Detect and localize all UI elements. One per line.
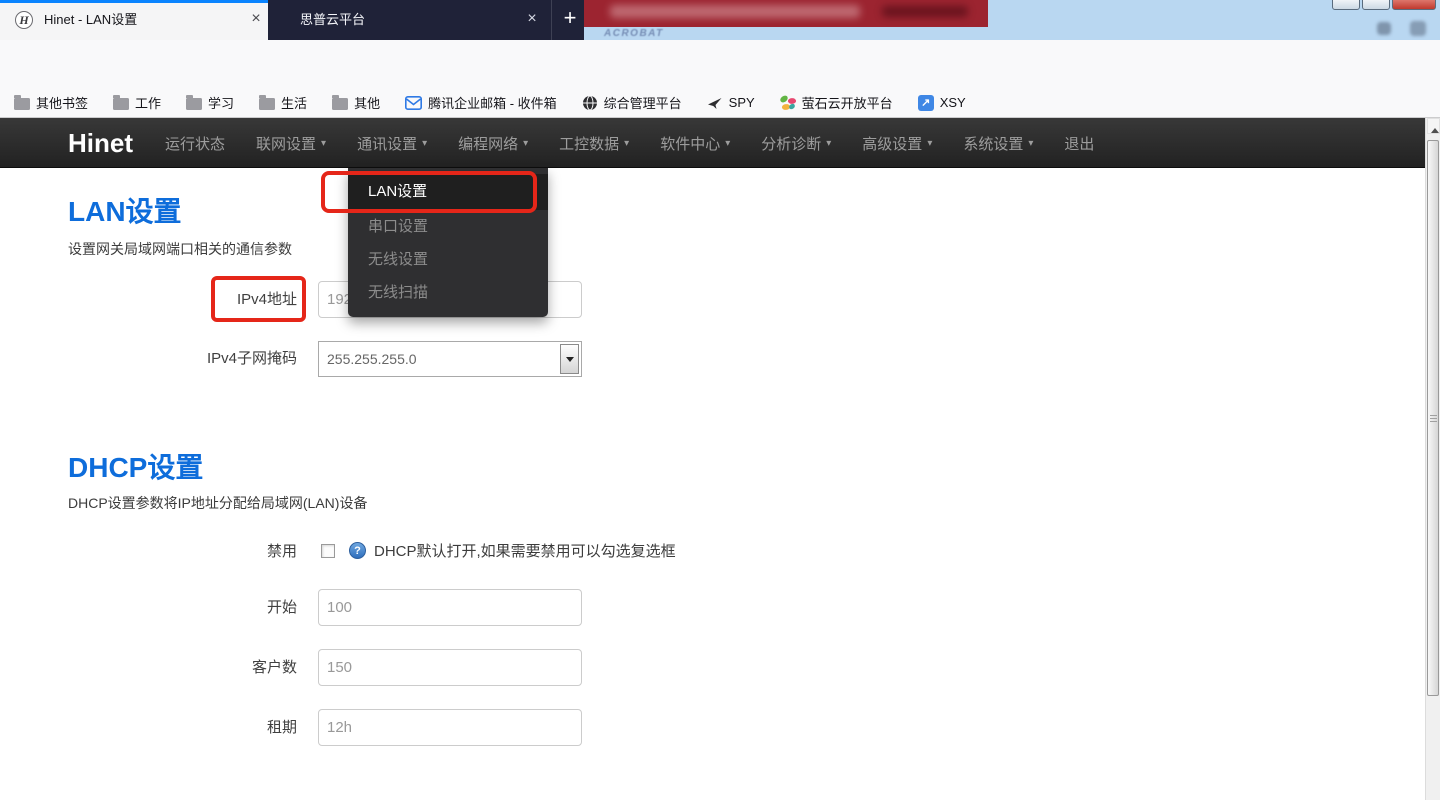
folder-icon (259, 98, 275, 110)
folder-icon (332, 98, 348, 110)
dhcp-clients-input[interactable] (318, 649, 582, 686)
dhcp-section-title: DHCP设置 (68, 446, 203, 486)
chevron-down-icon: ▾ (725, 138, 730, 149)
folder-icon (186, 98, 202, 110)
nav-item-industrial-data[interactable]: 工控数据▾ (559, 133, 629, 154)
disable-hint-text: DHCP默认打开,如果需要禁用可以勾选复选框 (374, 543, 676, 560)
dropdown-item-serial[interactable]: 串口设置 (348, 210, 548, 243)
disable-dhcp-checkbox[interactable] (321, 544, 335, 558)
bookmark-mail[interactable]: 腾讯企业邮箱 - 收件箱 (405, 93, 557, 112)
plane-icon (707, 95, 723, 111)
chevron-down-icon: ▾ (422, 138, 427, 149)
nav-item-advanced[interactable]: 高级设置▾ (862, 133, 932, 154)
subnet-mask-value: 255.255.255.0 (327, 342, 417, 376)
bookmark-folder[interactable]: 其他 (332, 93, 380, 112)
blurred-toolbar-icon (1410, 21, 1426, 36)
dropdown-item-wireless[interactable]: 无线设置 (348, 243, 548, 276)
chevron-down-icon: ▾ (321, 138, 326, 149)
blurred-title-text (882, 6, 968, 17)
tab-sipuyun[interactable]: 思普云平台 × (268, 0, 552, 40)
bookmark-spy[interactable]: SPY (707, 95, 755, 111)
bookmark-platform[interactable]: 综合管理平台 (582, 93, 682, 112)
blurred-title-text (610, 5, 860, 18)
ezviz-icon (780, 95, 796, 111)
bookmark-folder[interactable]: 生活 (259, 93, 307, 112)
blurred-toolbar-icon (1377, 22, 1391, 35)
nav-item-status[interactable]: 运行状态 (165, 133, 225, 154)
nav-item-prog-network[interactable]: 编程网络▾ (458, 133, 528, 154)
tab-hinet-active[interactable]: H Hinet - LAN设置 × (0, 0, 268, 40)
window-controls (1332, 0, 1436, 10)
bookmarks-bar: 其他书签 工作 学习 生活 其他 腾讯企业邮箱 - 收件箱 综合管理平台 SPY… (0, 88, 1440, 118)
acrobat-label: ACROBAT (604, 28, 664, 39)
clients-label: 客户数 (0, 649, 297, 686)
bookmark-ezviz[interactable]: 萤石云开放平台 (780, 93, 893, 112)
dhcp-lease-input[interactable] (318, 709, 582, 746)
dhcp-start-input[interactable] (318, 589, 582, 626)
background-window: ACROBAT (582, 0, 1440, 40)
bookmark-folder[interactable]: 其他书签 (14, 93, 88, 112)
brand-logo[interactable]: Hinet (68, 118, 133, 168)
screen: ACROBAT 思普云平台 × + H Hinet - LAN设置 × (0, 0, 1440, 800)
bookmark-xsy[interactable]: ↗ XSY (918, 95, 966, 111)
start-label: 开始 (0, 589, 297, 626)
tab-close-icon[interactable]: × (520, 0, 544, 40)
globe-icon (582, 95, 598, 111)
tab-close-icon[interactable]: × (244, 0, 268, 40)
nav-item-logout[interactable]: 退出 (1064, 133, 1094, 154)
browser-toolbar: 192.168.9.99/cgi-bin/luci/;stok=027414 •… (0, 40, 1440, 88)
disable-label: 禁用 (0, 543, 297, 560)
maximize-button[interactable] (1362, 0, 1390, 10)
chevron-down-icon: ▾ (624, 138, 629, 149)
form-row-start: 开始 (0, 589, 640, 626)
lan-section-title: LAN设置 (68, 190, 182, 230)
page-content: LAN设置 设置网关局域网端口相关的通信参数 IPv4地址 IPv4子网掩码 2… (0, 168, 1425, 800)
site-nav-list: 运行状态 联网设置▾ 通讯设置▾ 编程网络▾ 工控数据▾ 软件中心▾ 分析诊断▾… (165, 118, 1094, 168)
xsy-icon: ↗ (918, 95, 934, 111)
help-icon: ? (349, 542, 366, 559)
hinet-favicon-icon: H (15, 11, 33, 29)
annotation-box-lan-menu (321, 171, 537, 213)
subnet-mask-select[interactable]: 255.255.255.0 (318, 341, 582, 377)
tab-title: Hinet - LAN设置 (44, 0, 137, 40)
chevron-down-icon: ▾ (927, 138, 932, 149)
close-window-button[interactable] (1392, 0, 1436, 10)
bookmark-folder[interactable]: 学习 (186, 93, 234, 112)
scrollbar[interactable] (1425, 118, 1440, 800)
mail-icon (405, 96, 422, 110)
nav-item-software[interactable]: 软件中心▾ (660, 133, 730, 154)
scrollbar-thumb[interactable] (1427, 140, 1439, 696)
annotation-box-ipv4-label (211, 276, 306, 322)
folder-icon (113, 98, 129, 110)
folder-icon (14, 98, 30, 110)
dhcp-section-subtitle: DHCP设置参数将IP地址分配给局域网(LAN)设备 (68, 493, 367, 513)
form-row-mask: IPv4子网掩码 255.255.255.0 (0, 341, 640, 377)
chevron-down-icon: ▾ (1028, 138, 1033, 149)
form-row-disable: 禁用 ? DHCP默认打开,如果需要禁用可以勾选复选框 (0, 543, 640, 560)
dropdown-item-wifi-scan[interactable]: 无线扫描 (348, 276, 548, 309)
nav-item-wan[interactable]: 联网设置▾ (256, 133, 326, 154)
chevron-down-icon: ▾ (826, 138, 831, 149)
scrollbar-grip (1430, 415, 1437, 423)
select-dropdown-arrow-icon[interactable] (560, 344, 579, 374)
scrollbar-up-arrow-icon[interactable] (1427, 118, 1440, 134)
chevron-down-icon: ▾ (523, 138, 528, 149)
nav-item-diagnosis[interactable]: 分析诊断▾ (761, 133, 831, 154)
form-row-lease: 租期 (0, 709, 640, 746)
nav-item-comm[interactable]: 通讯设置▾ (357, 133, 427, 154)
lease-label: 租期 (0, 709, 297, 746)
bookmark-folder[interactable]: 工作 (113, 93, 161, 112)
mask-label: IPv4子网掩码 (0, 341, 297, 377)
minimize-button[interactable] (1332, 0, 1360, 10)
form-row-clients: 客户数 (0, 649, 640, 686)
lan-section-subtitle: 设置网关局域网端口相关的通信参数 (68, 239, 292, 259)
site-navbar: Hinet 运行状态 联网设置▾ 通讯设置▾ 编程网络▾ 工控数据▾ 软件中心▾… (0, 118, 1425, 168)
new-tab-button[interactable]: + (556, 0, 584, 40)
tab-title: 思普云平台 (300, 0, 365, 40)
nav-item-system[interactable]: 系统设置▾ (963, 133, 1033, 154)
